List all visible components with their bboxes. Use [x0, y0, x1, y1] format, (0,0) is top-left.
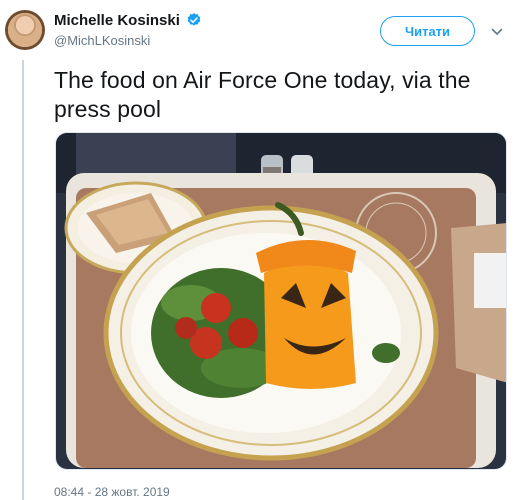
tweet-photo[interactable] [55, 132, 507, 470]
tweet-timestamp[interactable]: 08:44 - 28 жовт. 2019 [54, 485, 170, 499]
avatar[interactable] [5, 10, 45, 50]
thread-line [22, 60, 24, 500]
author-display-name[interactable]: Michelle Kosinski [54, 12, 180, 29]
author-handle[interactable]: @MichLKosinski [54, 33, 150, 48]
food-tray-illustration [56, 133, 506, 469]
follow-button[interactable]: Читати [380, 16, 475, 46]
verified-badge-icon [187, 13, 201, 26]
chevron-down-icon[interactable] [491, 26, 503, 38]
tweet-text: The food on Air Force One today, via the… [54, 67, 471, 122]
